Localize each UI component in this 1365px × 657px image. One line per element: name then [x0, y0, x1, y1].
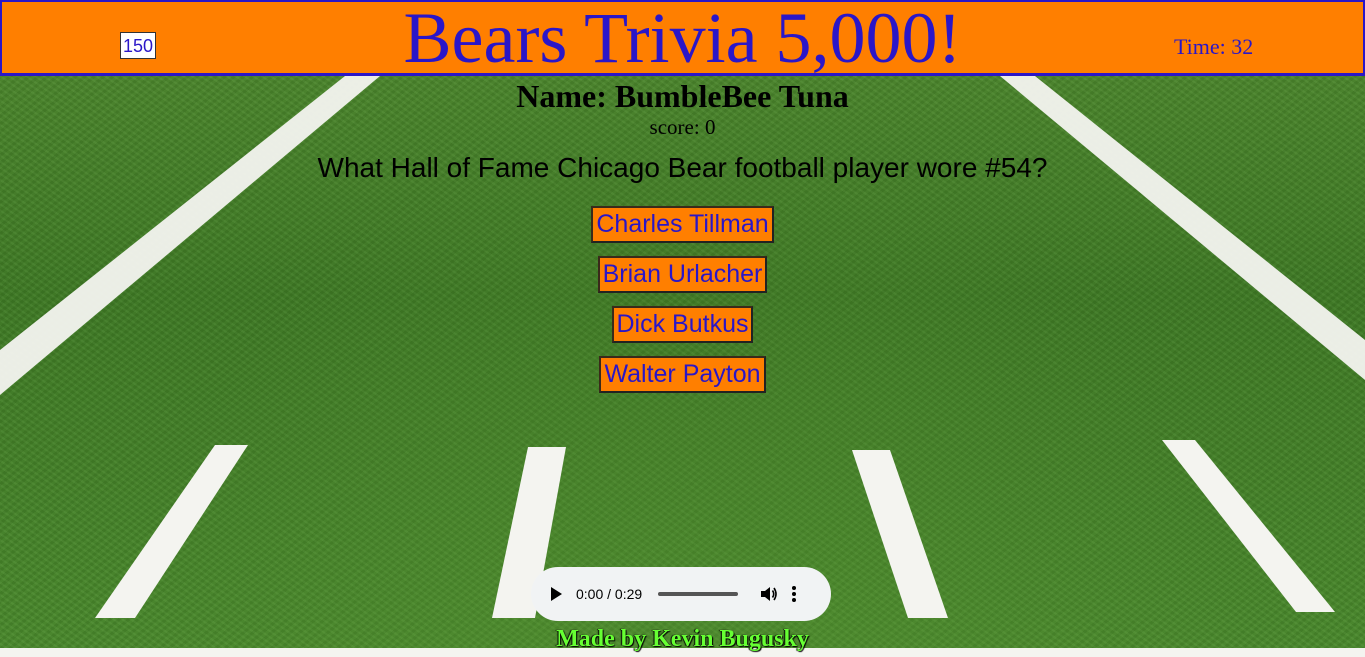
page-title: Bears Trivia 5,000! — [403, 0, 962, 78]
answer-button-1[interactable]: Charles Tillman — [591, 206, 774, 243]
answer-button-3[interactable]: Dick Butkus — [611, 306, 754, 343]
audio-player: 0:00 / 0:29 — [531, 567, 831, 621]
volume-icon[interactable] — [760, 585, 778, 603]
play-icon[interactable] — [551, 587, 562, 601]
audio-progress-bar[interactable] — [658, 592, 739, 596]
footer-credit: Made by Kevin Bugusky — [556, 626, 809, 652]
player-name: Name: BumbleBee Tuna — [516, 78, 849, 114]
answer-list: Charles Tillman Brian Urlacher Dick Butk… — [0, 206, 1365, 406]
more-options-icon[interactable] — [792, 586, 797, 602]
question-text: What Hall of Fame Chicago Bear football … — [317, 152, 1048, 183]
score-text: score: 0 — [649, 115, 716, 139]
audio-time: 0:00 / 0:29 — [576, 586, 643, 602]
answer-button-2[interactable]: Brian Urlacher — [597, 256, 768, 293]
answer-button-4[interactable]: Walter Payton — [599, 356, 766, 393]
